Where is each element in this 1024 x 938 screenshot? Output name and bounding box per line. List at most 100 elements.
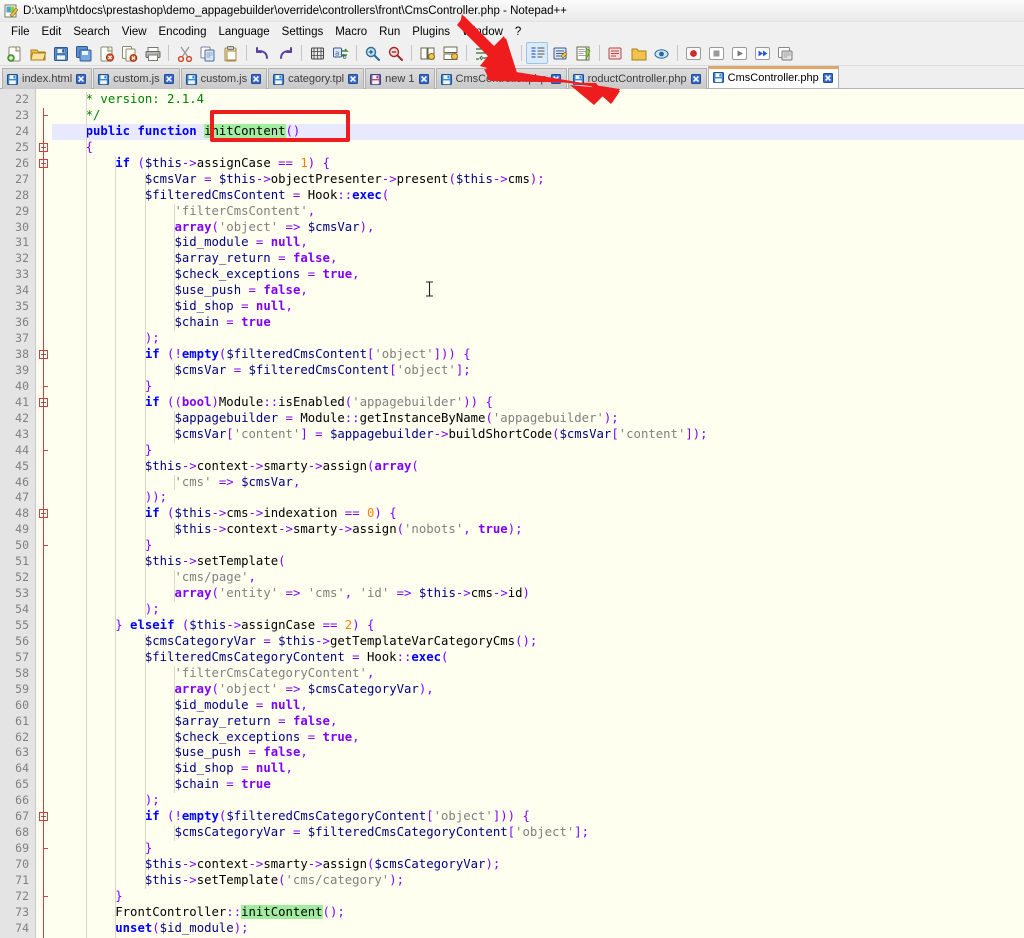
code-line[interactable]: $cmsCategoryVar = $this->getTemplateVarC… bbox=[52, 633, 1024, 650]
code-line[interactable]: $id_shop = null, bbox=[52, 761, 1024, 778]
document-map-icon[interactable] bbox=[572, 42, 594, 64]
tab-close-icon[interactable] bbox=[251, 74, 262, 84]
function-list-icon[interactable] bbox=[604, 42, 626, 64]
zoom-out-icon[interactable] bbox=[384, 42, 406, 64]
code-line[interactable]: array('entity' => 'cms', 'id' => $this->… bbox=[52, 586, 1024, 602]
code-line[interactable]: $id_module = null, bbox=[52, 235, 1024, 252]
code-line[interactable]: ); bbox=[52, 331, 1024, 347]
menu-search[interactable]: Search bbox=[67, 24, 115, 40]
save-icon[interactable] bbox=[49, 42, 71, 64]
code-line[interactable]: FrontController::initContent(); bbox=[52, 904, 1024, 921]
code-line[interactable]: } bbox=[52, 538, 1024, 555]
folder-as-workspace-icon[interactable] bbox=[627, 42, 649, 64]
code-line[interactable]: $this->context->smarty->assign('nobots',… bbox=[52, 522, 1024, 539]
cut-icon[interactable] bbox=[173, 42, 195, 64]
menu-run[interactable]: Run bbox=[373, 24, 406, 40]
print-icon[interactable] bbox=[141, 42, 163, 64]
find-icon[interactable] bbox=[306, 42, 328, 64]
code-line[interactable]: array('object' => $cmsVar), bbox=[52, 219, 1024, 236]
tab-close-icon[interactable] bbox=[822, 72, 833, 83]
close-file-icon[interactable] bbox=[95, 42, 117, 64]
code-line[interactable]: array('object' => $cmsCategoryVar), bbox=[52, 681, 1024, 698]
code-line[interactable]: $this->setTemplate( bbox=[52, 554, 1024, 571]
tab-roductcontroller-php[interactable]: roductController.php bbox=[567, 68, 707, 89]
sync-horizontal-scrolling-icon[interactable] bbox=[439, 42, 461, 64]
code-line[interactable]: if ($this->cms->indexation == 0) { bbox=[52, 506, 1024, 523]
close-all-files-icon[interactable] bbox=[118, 42, 140, 64]
open-file-icon[interactable] bbox=[26, 42, 48, 64]
code-line[interactable]: $filteredCmsContent = Hook::exec( bbox=[52, 187, 1024, 204]
code-line[interactable]: */ bbox=[52, 107, 1024, 124]
menu-view[interactable]: View bbox=[116, 24, 153, 40]
word-wrap-icon[interactable] bbox=[471, 42, 493, 64]
code-line[interactable]: $check_exceptions = true, bbox=[52, 729, 1024, 746]
code-line[interactable]: $cmsVar = $filteredCmsContent['object']; bbox=[52, 362, 1024, 379]
save-all-icon[interactable] bbox=[72, 42, 94, 64]
code-line[interactable]: ); bbox=[52, 602, 1024, 618]
zoom-in-icon[interactable] bbox=[361, 42, 383, 64]
menu-macro[interactable]: Macro bbox=[329, 24, 373, 40]
menu-plugins[interactable]: Plugins bbox=[406, 24, 456, 40]
new-file-icon[interactable] bbox=[3, 42, 25, 64]
code-line[interactable]: if ((bool)Module::isEnabled('appagebuild… bbox=[52, 394, 1024, 411]
code-line[interactable]: )); bbox=[52, 490, 1024, 507]
playback-macro-icon[interactable] bbox=[728, 42, 750, 64]
code-line[interactable]: unset($id_module); bbox=[52, 920, 1024, 937]
menu-language[interactable]: Language bbox=[212, 24, 275, 40]
fold-marker-cell[interactable] bbox=[36, 347, 52, 363]
record-macro-icon[interactable] bbox=[682, 42, 704, 64]
paste-icon[interactable] bbox=[219, 42, 241, 64]
tab-close-icon[interactable] bbox=[163, 74, 174, 84]
code-line[interactable]: $array_return = false, bbox=[52, 713, 1024, 730]
code-line[interactable]: $this->context->smarty->assign($cmsCateg… bbox=[52, 857, 1024, 873]
menu-file[interactable]: File bbox=[5, 24, 36, 40]
code-line[interactable]: $use_push = false, bbox=[52, 283, 1024, 300]
fold-margin[interactable] bbox=[36, 89, 52, 938]
tab-close-icon[interactable] bbox=[690, 74, 701, 84]
code-line[interactable]: * version: 2.1.4 bbox=[52, 92, 1024, 108]
tab-custom-js[interactable]: custom.js bbox=[93, 68, 180, 89]
code-line[interactable]: } elseif ($this->assignCase == 2) { bbox=[52, 617, 1024, 634]
code-line[interactable]: $cmsVar['content'] = $appagebuilder->bui… bbox=[52, 426, 1024, 443]
code-line[interactable]: 'filterCmsCategoryContent', bbox=[52, 665, 1024, 682]
tab-category-tpl[interactable]: category.tpl bbox=[268, 68, 365, 89]
tab-close-icon[interactable] bbox=[76, 74, 87, 84]
menu-settings[interactable]: Settings bbox=[276, 24, 330, 40]
code-line[interactable]: $array_return = false, bbox=[52, 251, 1024, 268]
code-line[interactable]: if (!empty($filteredCmsCategoryContent['… bbox=[52, 809, 1024, 826]
menu-window[interactable]: Window bbox=[456, 24, 509, 40]
menu-help[interactable]: ? bbox=[509, 24, 527, 40]
tab-new-1[interactable]: new 1 bbox=[365, 68, 435, 89]
tab-close-icon[interactable] bbox=[418, 74, 429, 84]
menu-encoding[interactable]: Encoding bbox=[153, 24, 213, 40]
code-line[interactable]: if ($this->assignCase == 1) { bbox=[52, 155, 1024, 172]
code-line[interactable]: $appagebuilder = Module::getInstanceByNa… bbox=[52, 410, 1024, 427]
copy-icon[interactable] bbox=[196, 42, 218, 64]
code-editor[interactable]: 22 23 24 25 26 27 28 29 30 31 32 33 34 35 36 37 38 39 40 41… bbox=[0, 89, 1024, 938]
code-line[interactable]: 'cms/page', bbox=[52, 570, 1024, 587]
code-line[interactable]: $this->setTemplate('cms/category'); bbox=[52, 872, 1024, 889]
tab-cmscontroller-php-active[interactable]: CmsController.php bbox=[707, 66, 839, 88]
code-line[interactable]: $use_push = false, bbox=[52, 745, 1024, 762]
code-line[interactable]: $chain = true bbox=[52, 777, 1024, 794]
tab-close-icon[interactable] bbox=[348, 74, 359, 84]
run-macro-multiple-icon[interactable] bbox=[751, 42, 773, 64]
code-line[interactable]: $cmsVar = $this->objectPresenter->presen… bbox=[52, 171, 1024, 188]
code-line[interactable]: } bbox=[52, 841, 1024, 857]
indent-guideline-icon[interactable] bbox=[526, 42, 548, 64]
code-line[interactable]: $chain = true bbox=[52, 315, 1024, 332]
sync-vertical-scrolling-icon[interactable] bbox=[416, 42, 438, 64]
save-current-macro-icon[interactable] bbox=[774, 42, 796, 64]
fold-marker-cell[interactable] bbox=[36, 506, 52, 522]
menu-edit[interactable]: Edit bbox=[36, 24, 68, 40]
monitoring-icon[interactable] bbox=[650, 42, 672, 64]
code-line[interactable]: 'cms' => $cmsVar, bbox=[52, 474, 1024, 491]
code-line[interactable]: if (!empty($filteredCmsContent['object']… bbox=[52, 347, 1024, 363]
code-line[interactable]: ); bbox=[52, 793, 1024, 810]
code-area[interactable]: * version: 2.1.4 */ public function init… bbox=[52, 89, 1024, 938]
code-line[interactable]: $cmsCategoryVar = $filteredCmsCategoryCo… bbox=[52, 825, 1024, 842]
fold-marker-cell[interactable] bbox=[36, 395, 52, 411]
code-line[interactable]: } bbox=[52, 378, 1024, 395]
undo-icon[interactable] bbox=[251, 42, 273, 64]
replace-icon[interactable]: ab bbox=[329, 42, 351, 64]
